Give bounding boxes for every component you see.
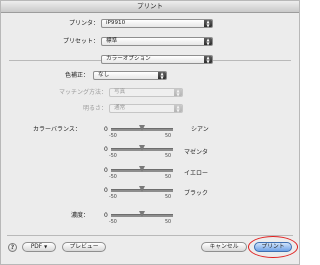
brightness-popup[interactable]: 通常 ▲ ▼ [109, 104, 183, 113]
matching-value: 写真 [114, 89, 126, 95]
pdf-button[interactable]: PDF ▼ [22, 242, 56, 252]
help-button[interactable]: ? [8, 243, 17, 252]
slider-thumb[interactable] [139, 166, 145, 172]
printer-popup[interactable]: iP9910 ▲ ▼ [101, 19, 213, 28]
slider-min-label: -50 [109, 134, 117, 139]
slider-thumb[interactable] [139, 125, 145, 131]
separator [7, 235, 293, 236]
slider-thumb[interactable] [139, 145, 145, 151]
pane-popup[interactable]: カラーオプション ▲ ▼ [101, 55, 213, 64]
popup-arrows-icon: ▲ ▼ [204, 38, 212, 45]
density-max-label: 50 [165, 220, 172, 225]
matching-label: マッチング方法： [58, 89, 107, 96]
print-dialog: プリント プリンタ： iP9910 ▲ ▼ プリセット： 標準 ▲ ▼ カラーオプシ… [0, 0, 300, 265]
color-correction-label: 色補正： [64, 72, 89, 79]
printer-label: プリンタ： [68, 20, 99, 27]
popup-arrows-icon: ▲ ▼ [204, 56, 212, 63]
popup-arrows-icon: ▲ ▼ [174, 89, 182, 96]
slider-max-label: 50 [165, 175, 172, 180]
color-correction-value: なし [98, 72, 110, 78]
popup-arrows-icon: ▲ ▼ [158, 72, 166, 79]
preset-label: プリセット： [62, 38, 99, 45]
slider-max-label: 50 [165, 154, 172, 159]
brightness-value: 通常 [114, 105, 126, 111]
cancel-button[interactable]: キャンセル [201, 242, 247, 252]
slider-thumb[interactable] [139, 186, 145, 192]
slider-max-label: 50 [165, 195, 172, 200]
slider-min-label: -50 [109, 195, 117, 200]
slider-max-label: 50 [165, 134, 172, 139]
density-zero-label: 0 [104, 212, 108, 219]
pane-popup-value: カラーオプション [106, 56, 151, 62]
density-slider-thumb[interactable] [139, 211, 145, 217]
preset-popup[interactable]: 標準 ▲ ▼ [101, 37, 213, 46]
window-title: プリント [1, 1, 299, 13]
slider-zero-label: 0 [104, 167, 108, 174]
brightness-label: 明るさ： [82, 105, 107, 112]
popup-arrows-icon: ▲ ▼ [174, 105, 182, 112]
density-min-label: -50 [109, 220, 117, 225]
popup-arrows-icon: ▲ ▼ [204, 20, 212, 27]
slider-name-label: マゼンタ [184, 149, 209, 156]
slider-name-label: シアン [191, 126, 209, 133]
slider-min-label: -50 [109, 175, 117, 180]
matching-popup[interactable]: 写真 ▲ ▼ [109, 88, 183, 97]
slider-name-label: イエロー [184, 170, 208, 177]
printer-popup-value: iP9910 [106, 20, 126, 26]
color-correction-popup[interactable]: なし ▲ ▼ [93, 71, 167, 80]
density-label: 濃度： [71, 212, 90, 219]
slider-zero-label: 0 [104, 146, 108, 153]
slider-zero-label: 0 [104, 126, 108, 133]
color-balance-label: カラーバランス： [33, 126, 81, 133]
slider-name-label: ブラック [184, 190, 209, 197]
preview-button[interactable]: プレビュー [62, 242, 106, 252]
preset-popup-value: 標準 [106, 38, 118, 44]
highlight-ring [248, 236, 298, 258]
chevron-down-icon: ▼ [44, 244, 48, 249]
slider-zero-label: 0 [104, 187, 108, 194]
pdf-button-label: PDF [30, 244, 43, 250]
slider-min-label: -50 [109, 154, 117, 159]
